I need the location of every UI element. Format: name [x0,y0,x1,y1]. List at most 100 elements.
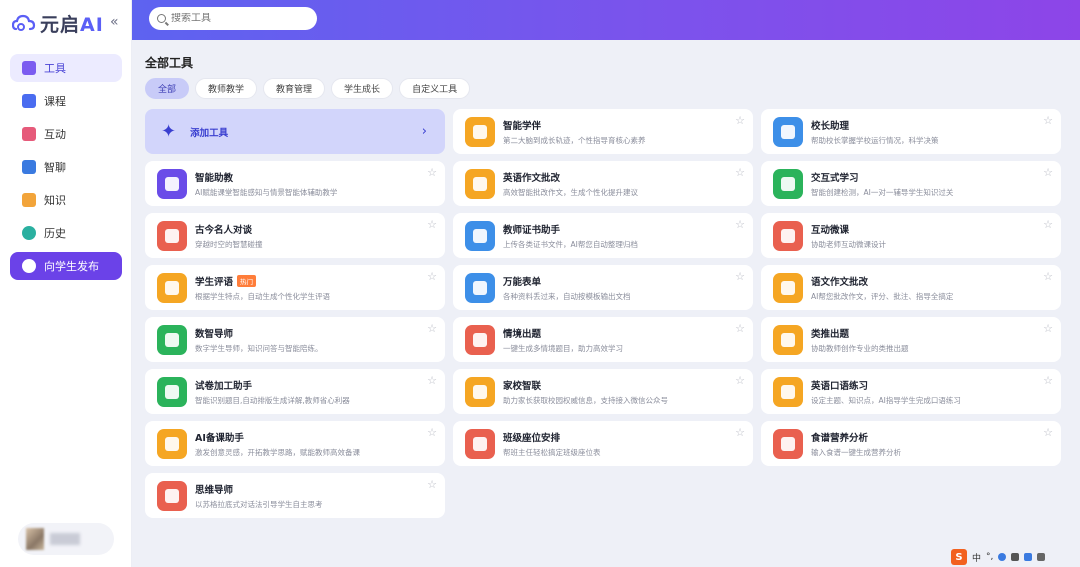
tool-name: 班级座位安排 [503,430,601,444]
tool-text: 学生评语 热门 根据学生特点，自动生成个性化学生评语 [195,274,330,302]
tool-card[interactable]: 学生评语 热门 根据学生特点，自动生成个性化学生评语 ☆ [145,265,445,310]
tool-card[interactable]: 教师证书助手 上传各类证书文件，AI帮您自动整理归档 ☆ [453,213,753,258]
sogou-ime-icon[interactable]: S [951,549,967,565]
tab-all[interactable]: 全部 [145,78,190,99]
tool-card[interactable]: 智能学伴 第二大脑到成长轨迹，个性指导育核心素养 ☆ [453,109,753,154]
favorite-star-icon[interactable]: ☆ [735,322,745,335]
sidebar-item-courses[interactable]: 课程 [10,87,122,115]
favorite-star-icon[interactable]: ☆ [1043,218,1053,231]
portrait-icon [157,220,187,251]
tool-card[interactable]: 校长助理 帮助校长掌握学校运行情况，科学决策 ☆ [761,109,1061,154]
search-icon [157,14,166,23]
add-tool-button[interactable]: ✦ 添加工具 › [145,109,445,154]
sidebar-item-history[interactable]: 历史 [10,219,122,247]
tool-card[interactable]: 情境出题 一键生成多情境题目，助力高效学习 ☆ [453,317,753,362]
favorite-star-icon[interactable]: ☆ [427,166,437,179]
tool-card[interactable]: 语文作文批改 AI帮您批改作文，评分、批注、指导全搞定 ☆ [761,265,1061,310]
tab-student-growth[interactable]: 学生成长 [331,78,394,99]
tool-card[interactable]: 思维导师 以苏格拉底式对话法引导学生自主思考 ☆ [145,473,445,518]
tool-text: 班级座位安排帮班主任轻松搞定班级座位表 [503,430,601,458]
mic-icon[interactable] [998,553,1007,561]
sidebar-item-tools[interactable]: 工具 [10,54,122,82]
tool-name-text: 智能助教 [195,172,234,184]
tool-name: 智能助教 [195,170,337,184]
tab-education-management[interactable]: 教育管理 [263,78,326,99]
tool-name: 试卷加工助手 [195,378,350,392]
collapse-sidebar-icon[interactable]: « [110,14,119,30]
tool-card[interactable]: 数智导师 数字学生导师，知识问答与智能陪练。 ☆ [145,317,445,362]
tool-name: 智能学伴 [503,118,646,132]
sidebar-item-knowledge[interactable]: 知识 [10,186,122,214]
tool-name: AI备课助手 [195,430,360,444]
ime-language[interactable]: 中 [972,551,981,564]
favorite-star-icon[interactable]: ☆ [1043,166,1053,179]
tool-card[interactable]: 英语作文批改 高效智能批改作文，生成个性化提升建议 ☆ [453,161,753,206]
tab-teacher-teaching[interactable]: 教师教学 [195,78,258,99]
favorite-star-icon[interactable]: ☆ [1043,114,1053,127]
interactive-icon [773,168,803,199]
tool-name-text: 食谱营养分析 [811,432,869,444]
tool-card[interactable]: 班级座位安排帮班主任轻松搞定班级座位表 ☆ [453,421,753,466]
tool-card[interactable]: 万能表单 各种资料丢过来，自动按模板输出文档 ☆ [453,265,753,310]
search-input[interactable] [171,13,311,24]
favorite-star-icon[interactable]: ☆ [1043,374,1053,387]
user-profile[interactable] [18,523,114,555]
keyboard-icon[interactable] [1011,553,1020,561]
essay-icon [773,272,803,303]
tool-card[interactable]: 古今名人对谈 穿越时空的智慧碰撞 ☆ [145,213,445,258]
filter-tabs: 全部 教师教学 教育管理 学生成长 自定义工具 [145,78,471,99]
user-name-blurred [50,533,80,545]
favorite-star-icon[interactable]: ☆ [735,114,745,127]
tool-text: 试卷加工助手 智能识别题目,自动排版生成详解,教师省心利器 [195,378,350,406]
publish-to-students-button[interactable]: 向学生发布 [10,252,122,280]
favorite-star-icon[interactable]: ☆ [735,426,745,439]
tool-text: 食谱营养分析输入食谱一键生成营养分析 [811,430,901,458]
grid-icon[interactable] [1037,553,1046,561]
tool-description: 帮助校长掌握学校运行情况，科学决策 [811,135,939,145]
tool-card[interactable]: 类推出题 协助教师创作专业的类推出题 ☆ [761,317,1061,362]
favorite-star-icon[interactable]: ☆ [735,270,745,283]
robot-icon [773,116,803,147]
tool-description: 输入食谱一键生成营养分析 [811,447,901,457]
tool-card[interactable]: 互动微课 协助老师互动微课设计 ☆ [761,213,1061,258]
favorite-star-icon[interactable]: ☆ [427,478,437,491]
tool-card[interactable]: AI备课助手 激发创意灵感，开拓教学思路，赋能教师高效备课 ☆ [145,421,445,466]
favorite-star-icon[interactable]: ☆ [735,374,745,387]
seating-icon [465,428,495,459]
tool-text: 校长助理 帮助校长掌握学校运行情况，科学决策 [811,118,939,146]
tool-text: 思维导师 以苏格拉底式对话法引导学生自主思考 [195,482,323,510]
favorite-star-icon[interactable]: ☆ [735,218,745,231]
tool-card[interactable]: 英语口语练习 设定主题、知识点，AI指导学生完成口语练习 ☆ [761,369,1061,414]
tool-description: 帮班主任轻松搞定班级座位表 [503,447,601,457]
search-box[interactable] [149,7,317,30]
sidebar-item-interaction[interactable]: 互动 [10,120,122,148]
favorite-star-icon[interactable]: ☆ [1043,426,1053,439]
tab-custom-tools[interactable]: 自定义工具 [399,78,471,99]
favorite-star-icon[interactable]: ☆ [1043,322,1053,335]
tool-name-text: 教师证书助手 [503,224,561,236]
tool-text: 家校智联 助力家长获取校园权威信息，支持接入微信公众号 [503,378,668,406]
favorite-star-icon[interactable]: ☆ [427,218,437,231]
tool-card[interactable]: 试卷加工助手 智能识别题目,自动排版生成详解,教师省心利器 ☆ [145,369,445,414]
tool-description: 助力家长获取校园权威信息，支持接入微信公众号 [503,395,668,405]
favorite-star-icon[interactable]: ☆ [427,374,437,387]
favorite-star-icon[interactable]: ☆ [1043,270,1053,283]
tool-card[interactable]: 食谱营养分析输入食谱一键生成营养分析 ☆ [761,421,1061,466]
tool-card[interactable]: 交互式学习 智能创建检测，AI一对一辅导学生知识过关 ☆ [761,161,1061,206]
app-logo[interactable]: 元启AI [12,10,104,37]
favorite-star-icon[interactable]: ☆ [427,322,437,335]
home-school-icon [465,376,495,407]
ime-punctuation[interactable]: °, [986,552,993,562]
favorite-star-icon[interactable]: ☆ [735,166,745,179]
favorite-star-icon[interactable]: ☆ [427,270,437,283]
tool-description: 设定主题、知识点，AI指导学生完成口语练习 [811,395,961,405]
favorite-star-icon[interactable]: ☆ [427,426,437,439]
sidebar-item-label: 工具 [44,62,66,75]
tool-card[interactable]: 智能助教 AI赋能课堂智能感知与情景智能体辅助教学 ☆ [145,161,445,206]
tool-card[interactable]: 家校智联 助力家长获取校园权威信息，支持接入微信公众号 ☆ [453,369,753,414]
sidebar-item-chat[interactable]: 智聊 [10,153,122,181]
app-name: 元启AI [40,14,104,36]
tool-name: 类推出题 [811,326,909,340]
shirt-icon[interactable] [1024,553,1033,561]
tool-text: 古今名人对谈 穿越时空的智慧碰撞 [195,222,263,250]
